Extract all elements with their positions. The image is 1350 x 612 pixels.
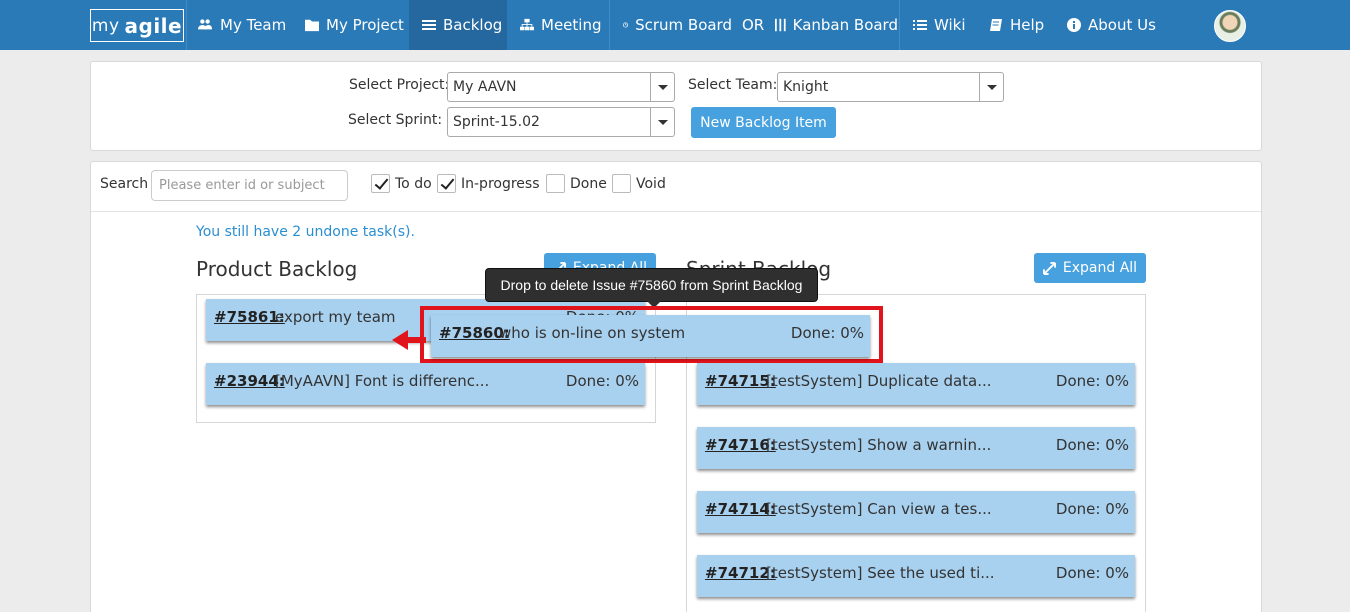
issue-done-percent: Done: 0%	[565, 372, 639, 390]
product-backlog-title: Product Backlog	[196, 257, 358, 281]
team-select[interactable]: Knight	[777, 72, 1004, 102]
new-backlog-item-button[interactable]: New Backlog Item	[691, 107, 836, 138]
nav-backlog-label: Backlog	[443, 16, 503, 34]
sprint-backlog-card[interactable]: #74716: [testSystem] Show a warnin... Do…	[697, 427, 1135, 469]
issue-title: [testSystem] Can view a tes...	[766, 500, 992, 518]
sprint-label: Select Sprint:	[348, 112, 443, 128]
nav-scrum-board-label: Scrum Board	[635, 16, 732, 34]
issue-done-percent: Done: 0%	[1055, 436, 1129, 454]
nav-wiki-label: Wiki	[934, 16, 966, 34]
nav-help[interactable]: Help	[975, 0, 1053, 50]
top-navbar: my agile My Team My Project Backlog Meet…	[0, 0, 1350, 50]
arrow-left-icon	[392, 330, 426, 350]
chevron-down-icon	[979, 73, 1003, 101]
nav-my-project[interactable]: My Project	[294, 0, 408, 50]
void-checkbox[interactable]	[612, 174, 631, 193]
list-icon	[913, 20, 927, 30]
divider	[91, 211, 1261, 212]
sprint-select-value: Sprint-15.02	[453, 114, 540, 130]
sitemap-icon	[520, 18, 534, 31]
issue-title: [testSystem] See the used ti...	[766, 564, 995, 582]
sprint-expand-all-button[interactable]: Expand All	[1034, 253, 1146, 283]
nav-meeting[interactable]: Meeting	[508, 0, 608, 50]
nav-wiki[interactable]: Wiki	[900, 0, 974, 50]
columns-icon	[775, 18, 786, 32]
sprint-backlog-card[interactable]: #74712: [testSystem] See the used ti... …	[697, 555, 1135, 597]
nav-my-project-label: My Project	[326, 16, 404, 34]
done-label: Done	[570, 176, 607, 192]
issue-title: export my team	[275, 308, 396, 326]
done-checkbox[interactable]	[546, 174, 565, 193]
search-label: Search	[100, 176, 149, 192]
issue-title: [MyAAVN] Font is differenc...	[275, 372, 490, 390]
nav-backlog[interactable]: Backlog	[409, 0, 507, 50]
issue-done-percent: Done: 0%	[1055, 500, 1129, 518]
sprint-expand-all-label: Expand All	[1062, 260, 1138, 276]
app-logo[interactable]: my agile	[90, 9, 184, 42]
issue-done-percent: Done: 0%	[790, 324, 864, 342]
product-backlog-card[interactable]: #23944: [MyAAVN] Font is differenc... Do…	[206, 363, 645, 405]
nav-my-team[interactable]: My Team	[187, 0, 293, 50]
nav-kanban-board-label: Kanban Board	[792, 16, 898, 34]
team-label: Select Team:	[688, 77, 778, 93]
info-icon	[1067, 18, 1081, 32]
users-icon	[198, 19, 212, 30]
dragging-card[interactable]: #75860: who is on-line on system Done: 0…	[431, 315, 870, 357]
undone-tasks-notice: You still have 2 undone task(s).	[196, 224, 415, 240]
nav-my-team-label: My Team	[220, 16, 287, 34]
chevron-down-icon	[650, 108, 674, 136]
nav-or-label: OR	[742, 16, 765, 34]
folder-icon	[305, 19, 319, 32]
sprint-select[interactable]: Sprint-15.02	[447, 107, 675, 137]
nav-help-label: Help	[1010, 16, 1045, 34]
issue-done-percent: Done: 0%	[1055, 564, 1129, 582]
issue-title: who is on-line on system	[499, 324, 686, 342]
drop-tooltip: Drop to delete Issue #75860 from Sprint …	[485, 268, 818, 308]
project-label: Select Project:	[349, 77, 450, 93]
issue-title: [testSystem] Duplicate data...	[766, 372, 992, 390]
book-icon	[990, 19, 1002, 31]
sprint-backlog-card[interactable]: #74714: [testSystem] Can view a tes... D…	[697, 491, 1135, 533]
project-select-value: My AAVN	[453, 79, 517, 95]
expand-icon	[1042, 261, 1056, 275]
issue-done-percent: Done: 0%	[1055, 372, 1129, 390]
inprogress-checkbox[interactable]	[437, 174, 456, 193]
logo-my: my	[91, 15, 120, 36]
project-select[interactable]: My AAVN	[447, 72, 675, 102]
void-label: Void	[636, 176, 666, 192]
sprint-backlog-card[interactable]: #74715: [testSystem] Duplicate data... D…	[697, 363, 1135, 405]
chevron-down-icon	[650, 73, 674, 101]
filter-panel: Select Project: My AAVN Select Team: Kni…	[90, 61, 1262, 151]
todo-label: To do	[395, 176, 432, 192]
nav-meeting-label: Meeting	[541, 16, 602, 34]
nav-scrum-board[interactable]: Scrum Board	[610, 0, 732, 50]
nav-kanban-board[interactable]: Kanban Board	[775, 0, 898, 50]
logo-agile: agile	[124, 13, 183, 38]
issue-title: [testSystem] Show a warnin...	[766, 436, 992, 454]
nav-about-us-label: About Us	[1088, 16, 1156, 34]
nav-about-us[interactable]: About Us	[1054, 0, 1160, 50]
todo-checkbox[interactable]	[371, 174, 390, 193]
team-select-value: Knight	[783, 79, 829, 95]
search-input[interactable]	[151, 170, 348, 201]
nav-or-text: OR	[742, 0, 764, 50]
user-avatar[interactable]	[1214, 10, 1246, 42]
inprogress-label: In-progress	[461, 176, 540, 192]
list-icon	[422, 20, 436, 30]
clock-icon	[623, 22, 629, 28]
